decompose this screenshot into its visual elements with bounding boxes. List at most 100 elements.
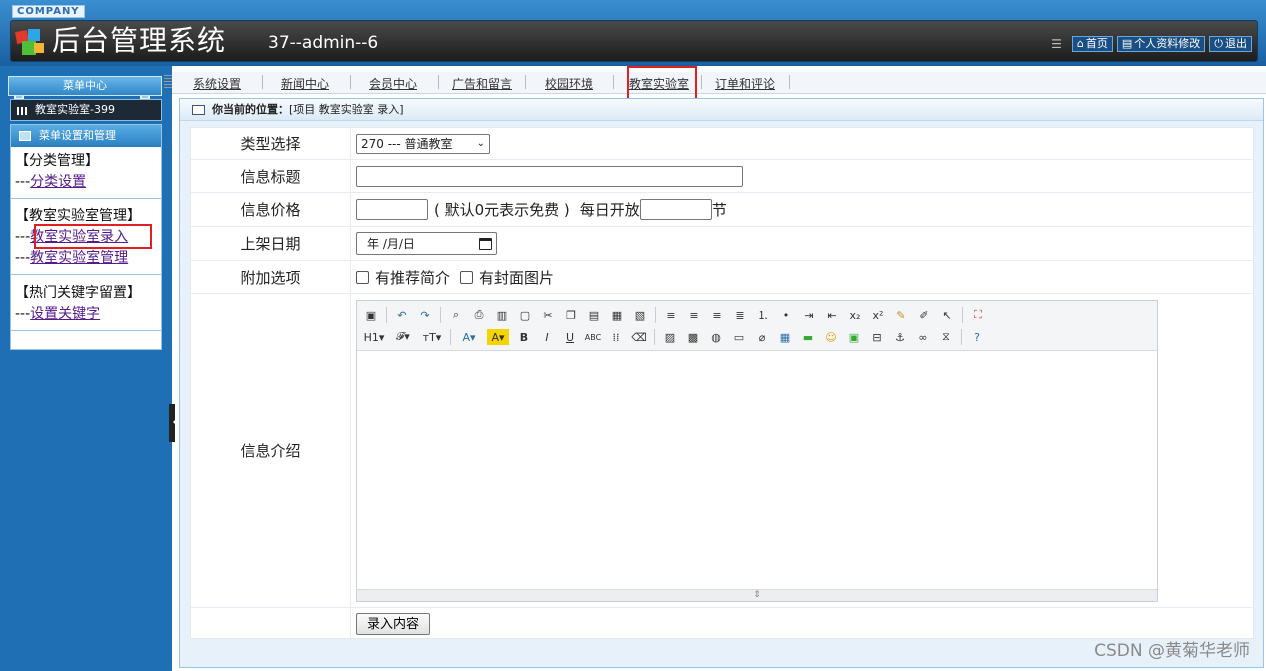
print-icon[interactable]: ⎙ xyxy=(471,307,487,323)
template-icon[interactable]: ▥ xyxy=(494,307,510,323)
insert-row-icon[interactable]: ▬ xyxy=(800,329,816,345)
paste-text-icon[interactable]: ▦ xyxy=(609,307,625,323)
breadcrumb-path: [项目 教室实验室 录入] xyxy=(289,103,404,116)
nav-item-news[interactable]: 新闻中心 xyxy=(281,75,329,92)
heading-icon[interactable]: H1▾ xyxy=(363,329,385,345)
pagebreak-icon[interactable]: ⊟ xyxy=(869,329,885,345)
current-module[interactable]: 教室实验室-399 xyxy=(10,99,162,121)
nav-item-ads[interactable]: 广告和留言 xyxy=(452,75,512,92)
resize-handle-icon[interactable]: ⇕ xyxy=(357,589,1157,601)
undo-icon[interactable]: ↶ xyxy=(394,307,410,323)
cover-checkbox[interactable] xyxy=(460,270,474,284)
font-color-icon[interactable]: A▾ xyxy=(458,329,480,345)
price-input[interactable] xyxy=(356,199,428,220)
editor-content-area[interactable] xyxy=(357,351,1157,589)
dash: --- xyxy=(15,306,31,322)
company-logo-text: COMPANY xyxy=(12,5,85,18)
align-right-icon[interactable]: ≡ xyxy=(709,307,725,323)
font-size-icon[interactable]: тT▾ xyxy=(421,329,443,345)
nav-item-system[interactable]: 系统设置 xyxy=(193,75,241,92)
profile-icon: ▤ xyxy=(1121,37,1133,50)
intro-checkbox[interactable] xyxy=(356,270,369,284)
attachment-icon[interactable]: ⌀ xyxy=(754,329,770,345)
help-icon[interactable]: ? xyxy=(969,329,985,345)
row-intro: 信息介绍 ▣ ↶ ↷ ⌕ ⎙ ▥ ▢ ✂ ❐ ▤ ▦ ▧ ≡ ≡ ≡ ≣ ⒈ •… xyxy=(191,294,1255,608)
toolbar-divider xyxy=(962,307,963,323)
link-set-keywords[interactable]: 设置关键字 xyxy=(30,306,100,322)
cursor-icon[interactable]: ↖ xyxy=(939,307,955,323)
flash-icon[interactable]: ◍ xyxy=(708,329,724,345)
title-input[interactable] xyxy=(356,165,743,187)
cut-icon[interactable]: ✂ xyxy=(540,307,556,323)
section-title: 【分类管理】 xyxy=(15,153,99,169)
daily-open-input[interactable] xyxy=(639,199,712,220)
nav-item-campus[interactable]: 校园环境 xyxy=(545,75,593,92)
link-category-settings[interactable]: 分类设置 xyxy=(30,174,86,190)
ordered-list-icon[interactable]: ⒈ xyxy=(755,307,771,323)
code-icon[interactable]: ▢ xyxy=(517,307,533,323)
nav-divider xyxy=(262,75,263,89)
unlink-icon[interactable]: ⧖ xyxy=(938,329,954,345)
align-left-icon[interactable]: ≡ xyxy=(663,307,679,323)
select-all-icon[interactable]: ✐ xyxy=(916,307,932,323)
intro-checkbox-label: 有推荐简介 xyxy=(375,268,451,287)
nav-divider xyxy=(350,75,351,89)
link-icon[interactable]: ∞ xyxy=(915,329,931,345)
source-icon[interactable]: ▣ xyxy=(363,307,379,323)
breadcrumb: 你当前的位置：[项目 教室实验室 录入] xyxy=(180,99,1263,121)
submit-button[interactable]: 录入内容 xyxy=(356,613,431,635)
main-panel: 你当前的位置：[项目 教室实验室 录入] 类型选择 270 --- 普通教室 ⌄… xyxy=(179,98,1264,668)
indent-icon[interactable]: ⇥ xyxy=(801,307,817,323)
toolbar-divider xyxy=(450,329,451,345)
clear-format-icon[interactable]: ✎ xyxy=(893,307,909,323)
multi-image-icon[interactable]: ▩ xyxy=(685,329,701,345)
link-classroom-manage[interactable]: 教室实验室管理 xyxy=(30,250,128,266)
subscript-icon[interactable]: x₂ xyxy=(847,307,863,323)
map-icon[interactable]: ▣ xyxy=(846,329,862,345)
row-date: 上架日期 年 /月/日 xyxy=(191,227,1255,261)
hr-icon[interactable]: ⁞⁞ xyxy=(608,329,624,345)
nav-item-members[interactable]: 会员中心 xyxy=(369,75,417,92)
align-center-icon[interactable]: ≡ xyxy=(686,307,702,323)
paste-icon[interactable]: ▤ xyxy=(586,307,602,323)
superscript-icon[interactable]: x² xyxy=(870,307,886,323)
menu-section-keywords: 【热门关键字留置】 ---设置关键字 xyxy=(11,275,161,331)
paste-word-icon[interactable]: ▧ xyxy=(632,307,648,323)
user-info: 37--admin--6 xyxy=(268,33,379,53)
strikethrough-icon[interactable]: ABC xyxy=(585,329,601,345)
emoticon-icon[interactable]: ☺ xyxy=(823,329,839,345)
nav-item-orders[interactable]: 订单和评论 xyxy=(715,75,775,92)
title-label: 信息标题 xyxy=(191,160,351,192)
sidebar-collapse-handle[interactable] xyxy=(169,404,177,442)
watermark: CSDN @黄菊华老师 xyxy=(1094,641,1250,661)
profile-edit-link[interactable]: ▤ 个人资料修改 xyxy=(1116,36,1206,52)
highlight-color-icon[interactable]: A▾ xyxy=(487,329,509,345)
grid-icon xyxy=(17,107,29,115)
anchor-icon[interactable]: ⚓ xyxy=(892,329,908,345)
logout-link[interactable]: ⏻ 退出 xyxy=(1209,36,1252,52)
calendar-icon xyxy=(479,237,492,250)
table-icon[interactable]: ▦ xyxy=(777,329,793,345)
date-input[interactable]: 年 /月/日 xyxy=(356,232,497,255)
eraser-icon[interactable]: ⌫ xyxy=(631,329,647,345)
copy-icon[interactable]: ❐ xyxy=(563,307,579,323)
nav-divider xyxy=(525,75,526,89)
underline-icon[interactable]: U xyxy=(562,329,578,345)
redo-icon[interactable]: ↷ xyxy=(417,307,433,323)
home-link[interactable]: ⌂ 首页 xyxy=(1071,36,1113,52)
editor-toolbar: ▣ ↶ ↷ ⌕ ⎙ ▥ ▢ ✂ ❐ ▤ ▦ ▧ ≡ ≡ ≡ ≣ ⒈ • ⇥ ⇤ … xyxy=(357,301,1157,351)
preview-icon[interactable]: ⌕ xyxy=(448,307,464,323)
media-icon[interactable]: ▭ xyxy=(731,329,747,345)
image-icon[interactable]: ▨ xyxy=(662,329,678,345)
font-family-icon[interactable]: 𝓕▾ xyxy=(392,329,414,345)
type-select[interactable]: 270 --- 普通教室 ⌄ xyxy=(356,133,490,154)
italic-icon[interactable]: I xyxy=(539,329,555,345)
bold-icon[interactable]: B xyxy=(516,329,532,345)
justify-icon[interactable]: ≣ xyxy=(732,307,748,323)
fullscreen-icon[interactable]: ⛶ xyxy=(970,307,986,323)
daily-open-label: 每日开放 xyxy=(579,201,640,219)
date-placeholder: 年 /月/日 xyxy=(367,237,415,251)
unordered-list-icon[interactable]: • xyxy=(778,307,794,323)
outdent-icon[interactable]: ⇤ xyxy=(824,307,840,323)
date-label: 上架日期 xyxy=(191,227,351,260)
